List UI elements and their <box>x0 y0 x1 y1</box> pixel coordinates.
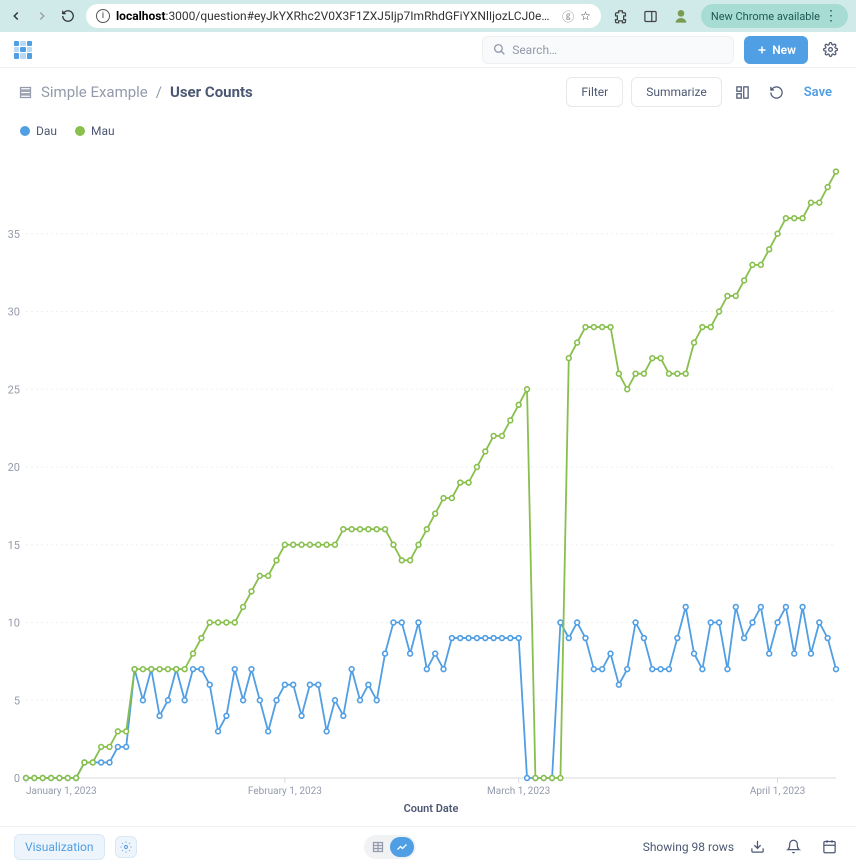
back-button[interactable] <box>8 8 24 24</box>
svg-text:January 1, 2023: January 1, 2023 <box>26 786 97 797</box>
profile-icon[interactable] <box>671 6 691 26</box>
site-info-icon[interactable]: i <box>96 9 110 23</box>
legend-swatch-dau <box>20 126 30 136</box>
breadcrumb: Simple Example / User Counts <box>41 83 253 101</box>
plus-icon <box>756 44 768 56</box>
url-text: localhost:3000/question#eyJkYXRhc2V0X3F1… <box>116 9 556 23</box>
chart-area[interactable]: 0 5 10 15 20 25 30 35 January 1, 2023 February 1,… <box>0 146 856 826</box>
svg-text:20: 20 <box>8 461 20 474</box>
svg-text:15: 15 <box>8 539 20 552</box>
extensions-icon[interactable] <box>611 6 631 26</box>
calendar-button[interactable] <box>816 834 842 860</box>
svg-text:February 1, 2023: February 1, 2023 <box>248 786 322 797</box>
app-header: Search… New <box>0 32 856 68</box>
svg-text:35: 35 <box>8 228 20 241</box>
download-button[interactable] <box>744 834 770 860</box>
chart-legend: Dau Mau <box>0 116 856 146</box>
panel-icon[interactable] <box>641 6 661 26</box>
visualization-button[interactable]: Visualization <box>14 834 105 860</box>
translate-icon[interactable]: ⓖ <box>562 8 574 25</box>
svg-text:25: 25 <box>8 383 20 396</box>
svg-text:30: 30 <box>8 306 20 319</box>
search-icon <box>493 43 506 56</box>
breadcrumb-collection[interactable]: Simple Example <box>41 83 148 101</box>
legend-item-dau[interactable]: Dau <box>20 124 57 138</box>
editor-button[interactable] <box>730 79 756 105</box>
svg-text:Count Date: Count Date <box>404 802 459 815</box>
svg-text:March 1, 2023: March 1, 2023 <box>487 786 550 797</box>
rows-count-label: Showing 98 rows <box>643 840 734 854</box>
svg-text:0: 0 <box>14 772 20 785</box>
address-bar[interactable]: i localhost:3000/question#eyJkYXRhc2V0X3… <box>86 4 601 28</box>
reload-button[interactable] <box>60 8 76 24</box>
collection-icon <box>18 85 33 100</box>
page-title[interactable]: User Counts <box>170 83 253 101</box>
svg-text:10: 10 <box>8 617 20 630</box>
visualization-settings-button[interactable] <box>115 836 137 858</box>
question-toolbar: Simple Example / User Counts Filter Summ… <box>0 68 856 116</box>
bookmark-icon[interactable]: ☆ <box>580 9 591 23</box>
chart-view-button[interactable] <box>390 837 414 857</box>
app-footer: Visualization Showing 98 rows <box>0 826 856 866</box>
chrome-update-pill[interactable]: New Chrome available⋮ <box>701 4 848 28</box>
search-input[interactable]: Search… <box>482 36 734 64</box>
settings-button[interactable] <box>818 38 842 62</box>
legend-swatch-mau <box>75 126 85 136</box>
legend-item-mau[interactable]: Mau <box>75 124 115 138</box>
save-button[interactable]: Save <box>798 85 838 100</box>
table-view-button[interactable] <box>366 837 390 857</box>
alerts-button[interactable] <box>780 834 806 860</box>
new-button[interactable]: New <box>744 36 808 64</box>
filter-button[interactable]: Filter <box>566 77 623 107</box>
svg-text:April 1, 2023: April 1, 2023 <box>750 786 805 797</box>
browser-toolbar: i localhost:3000/question#eyJkYXRhc2V0X3… <box>0 0 856 32</box>
refresh-button[interactable] <box>764 79 790 105</box>
svg-text:5: 5 <box>14 694 20 707</box>
forward-button[interactable] <box>34 8 50 24</box>
summarize-button[interactable]: Summarize <box>631 77 722 107</box>
app-logo[interactable] <box>14 41 32 59</box>
